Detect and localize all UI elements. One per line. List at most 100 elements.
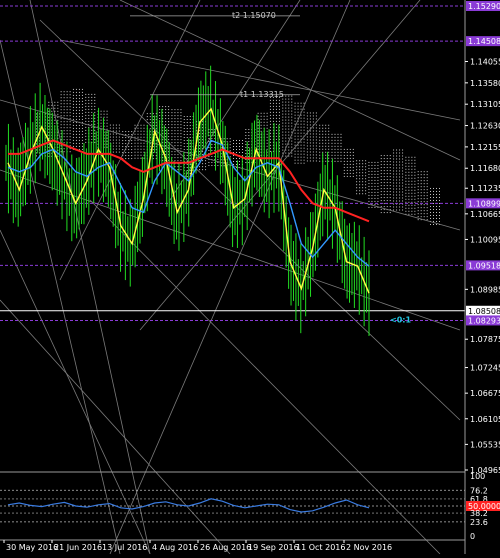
cloud-dot bbox=[399, 191, 401, 193]
cloud-dot bbox=[306, 136, 308, 138]
cloud-dot bbox=[349, 148, 351, 150]
cloud-dot bbox=[393, 194, 395, 196]
cloud-dot bbox=[411, 177, 413, 179]
cloud-dot bbox=[356, 163, 358, 165]
cloud-dot bbox=[288, 119, 290, 121]
cloud-dot bbox=[63, 151, 65, 153]
cloud-dot bbox=[63, 133, 65, 135]
cloud-dot bbox=[423, 213, 425, 215]
cloud-dot bbox=[63, 115, 65, 117]
cloud-dot bbox=[165, 112, 167, 114]
cloud-dot bbox=[359, 172, 361, 174]
cloud-dot bbox=[368, 197, 370, 199]
cloud-dot bbox=[282, 146, 284, 148]
cloud-dot bbox=[69, 91, 71, 93]
cloud-dot bbox=[334, 154, 336, 156]
cloud-dot bbox=[414, 171, 416, 173]
cloud-dot bbox=[386, 155, 388, 157]
cloud-dot bbox=[297, 108, 299, 110]
cloud-dot bbox=[359, 187, 361, 189]
cloud-dot bbox=[374, 188, 376, 190]
y-tick-label: 1.11235 bbox=[470, 184, 500, 193]
cloud-dot bbox=[245, 156, 247, 158]
cloud-dot bbox=[331, 136, 333, 138]
cloud-dot bbox=[66, 109, 68, 111]
cloud-dot bbox=[346, 154, 348, 156]
cloud-dot bbox=[245, 147, 247, 149]
cloud-dot bbox=[81, 112, 83, 114]
cloud-dot bbox=[152, 158, 154, 160]
cloud-dot bbox=[359, 178, 361, 180]
cloud-dot bbox=[417, 183, 419, 185]
cloud-dot bbox=[405, 177, 407, 179]
cloud-dot bbox=[48, 110, 50, 112]
cloud-dot bbox=[75, 115, 77, 117]
cloud-dot bbox=[297, 144, 299, 146]
cloud-dot bbox=[383, 206, 385, 208]
cloud-dot bbox=[405, 204, 407, 206]
cloud-dot bbox=[106, 143, 108, 145]
cloud-dot bbox=[60, 118, 62, 120]
cloud-dot bbox=[328, 160, 330, 162]
cloud-dot bbox=[177, 118, 179, 120]
cloud-dot bbox=[165, 136, 167, 138]
cloud-dot bbox=[217, 164, 219, 166]
cloud-dot bbox=[233, 142, 234, 144]
cloud-dot bbox=[236, 139, 237, 141]
cloud-dot bbox=[66, 130, 68, 132]
cloud-dot bbox=[269, 108, 271, 110]
cloud-dot bbox=[269, 138, 271, 140]
cloud-dot bbox=[143, 130, 145, 132]
cloud-dot bbox=[115, 133, 117, 135]
cloud-dot bbox=[115, 127, 117, 129]
cloud-dot bbox=[36, 143, 37, 145]
cloud-dot bbox=[66, 103, 68, 105]
cloud-dot bbox=[140, 145, 142, 147]
cloud-dot bbox=[78, 136, 80, 138]
cloud-dot bbox=[414, 186, 416, 188]
cloud-dot bbox=[131, 152, 133, 154]
cloud-dot bbox=[426, 195, 428, 197]
cloud-dot bbox=[242, 145, 243, 147]
cloud-dot bbox=[319, 127, 321, 129]
cloud-dot bbox=[383, 197, 385, 199]
cloud-dot bbox=[205, 163, 207, 165]
cloud-dot bbox=[319, 130, 321, 132]
cloud-dot bbox=[383, 188, 385, 190]
cloud-dot bbox=[312, 160, 314, 162]
cloud-dot bbox=[346, 163, 348, 165]
cloud-dot bbox=[380, 206, 382, 208]
cloud-dot bbox=[236, 142, 237, 144]
cloud-dot bbox=[125, 140, 127, 142]
cloud-dot bbox=[260, 130, 262, 132]
cloud-dot bbox=[69, 106, 71, 108]
cloud-dot bbox=[383, 209, 385, 211]
cloud-dot bbox=[430, 217, 431, 219]
cloud-dot bbox=[340, 157, 342, 159]
cloud-dot bbox=[115, 148, 117, 150]
cloud-dot bbox=[272, 105, 274, 107]
cloud-dot bbox=[128, 149, 130, 151]
cloud-dot bbox=[202, 163, 204, 165]
cloud-dot bbox=[433, 187, 434, 189]
cloud-dot bbox=[94, 111, 96, 113]
cloud-dot bbox=[383, 170, 385, 172]
cloud-dot bbox=[257, 133, 259, 135]
cloud-dot bbox=[371, 191, 373, 193]
cloud-dot bbox=[309, 118, 311, 120]
cloud-dot bbox=[417, 198, 419, 200]
cloud-dot bbox=[275, 114, 277, 116]
cloud-dot bbox=[430, 196, 431, 198]
cloud-dot bbox=[439, 202, 440, 204]
cloud-dot bbox=[186, 143, 188, 145]
cloud-dot bbox=[436, 193, 437, 195]
cloud-dot bbox=[405, 171, 407, 173]
cloud-dot bbox=[426, 186, 428, 188]
cloud-dot bbox=[183, 128, 185, 130]
cloud-dot bbox=[291, 95, 293, 97]
cloud-dot bbox=[54, 101, 56, 103]
cloud-dot bbox=[349, 175, 351, 177]
cloud-dot bbox=[75, 136, 77, 138]
cloud-dot bbox=[399, 200, 401, 202]
cloud-dot bbox=[168, 136, 170, 138]
